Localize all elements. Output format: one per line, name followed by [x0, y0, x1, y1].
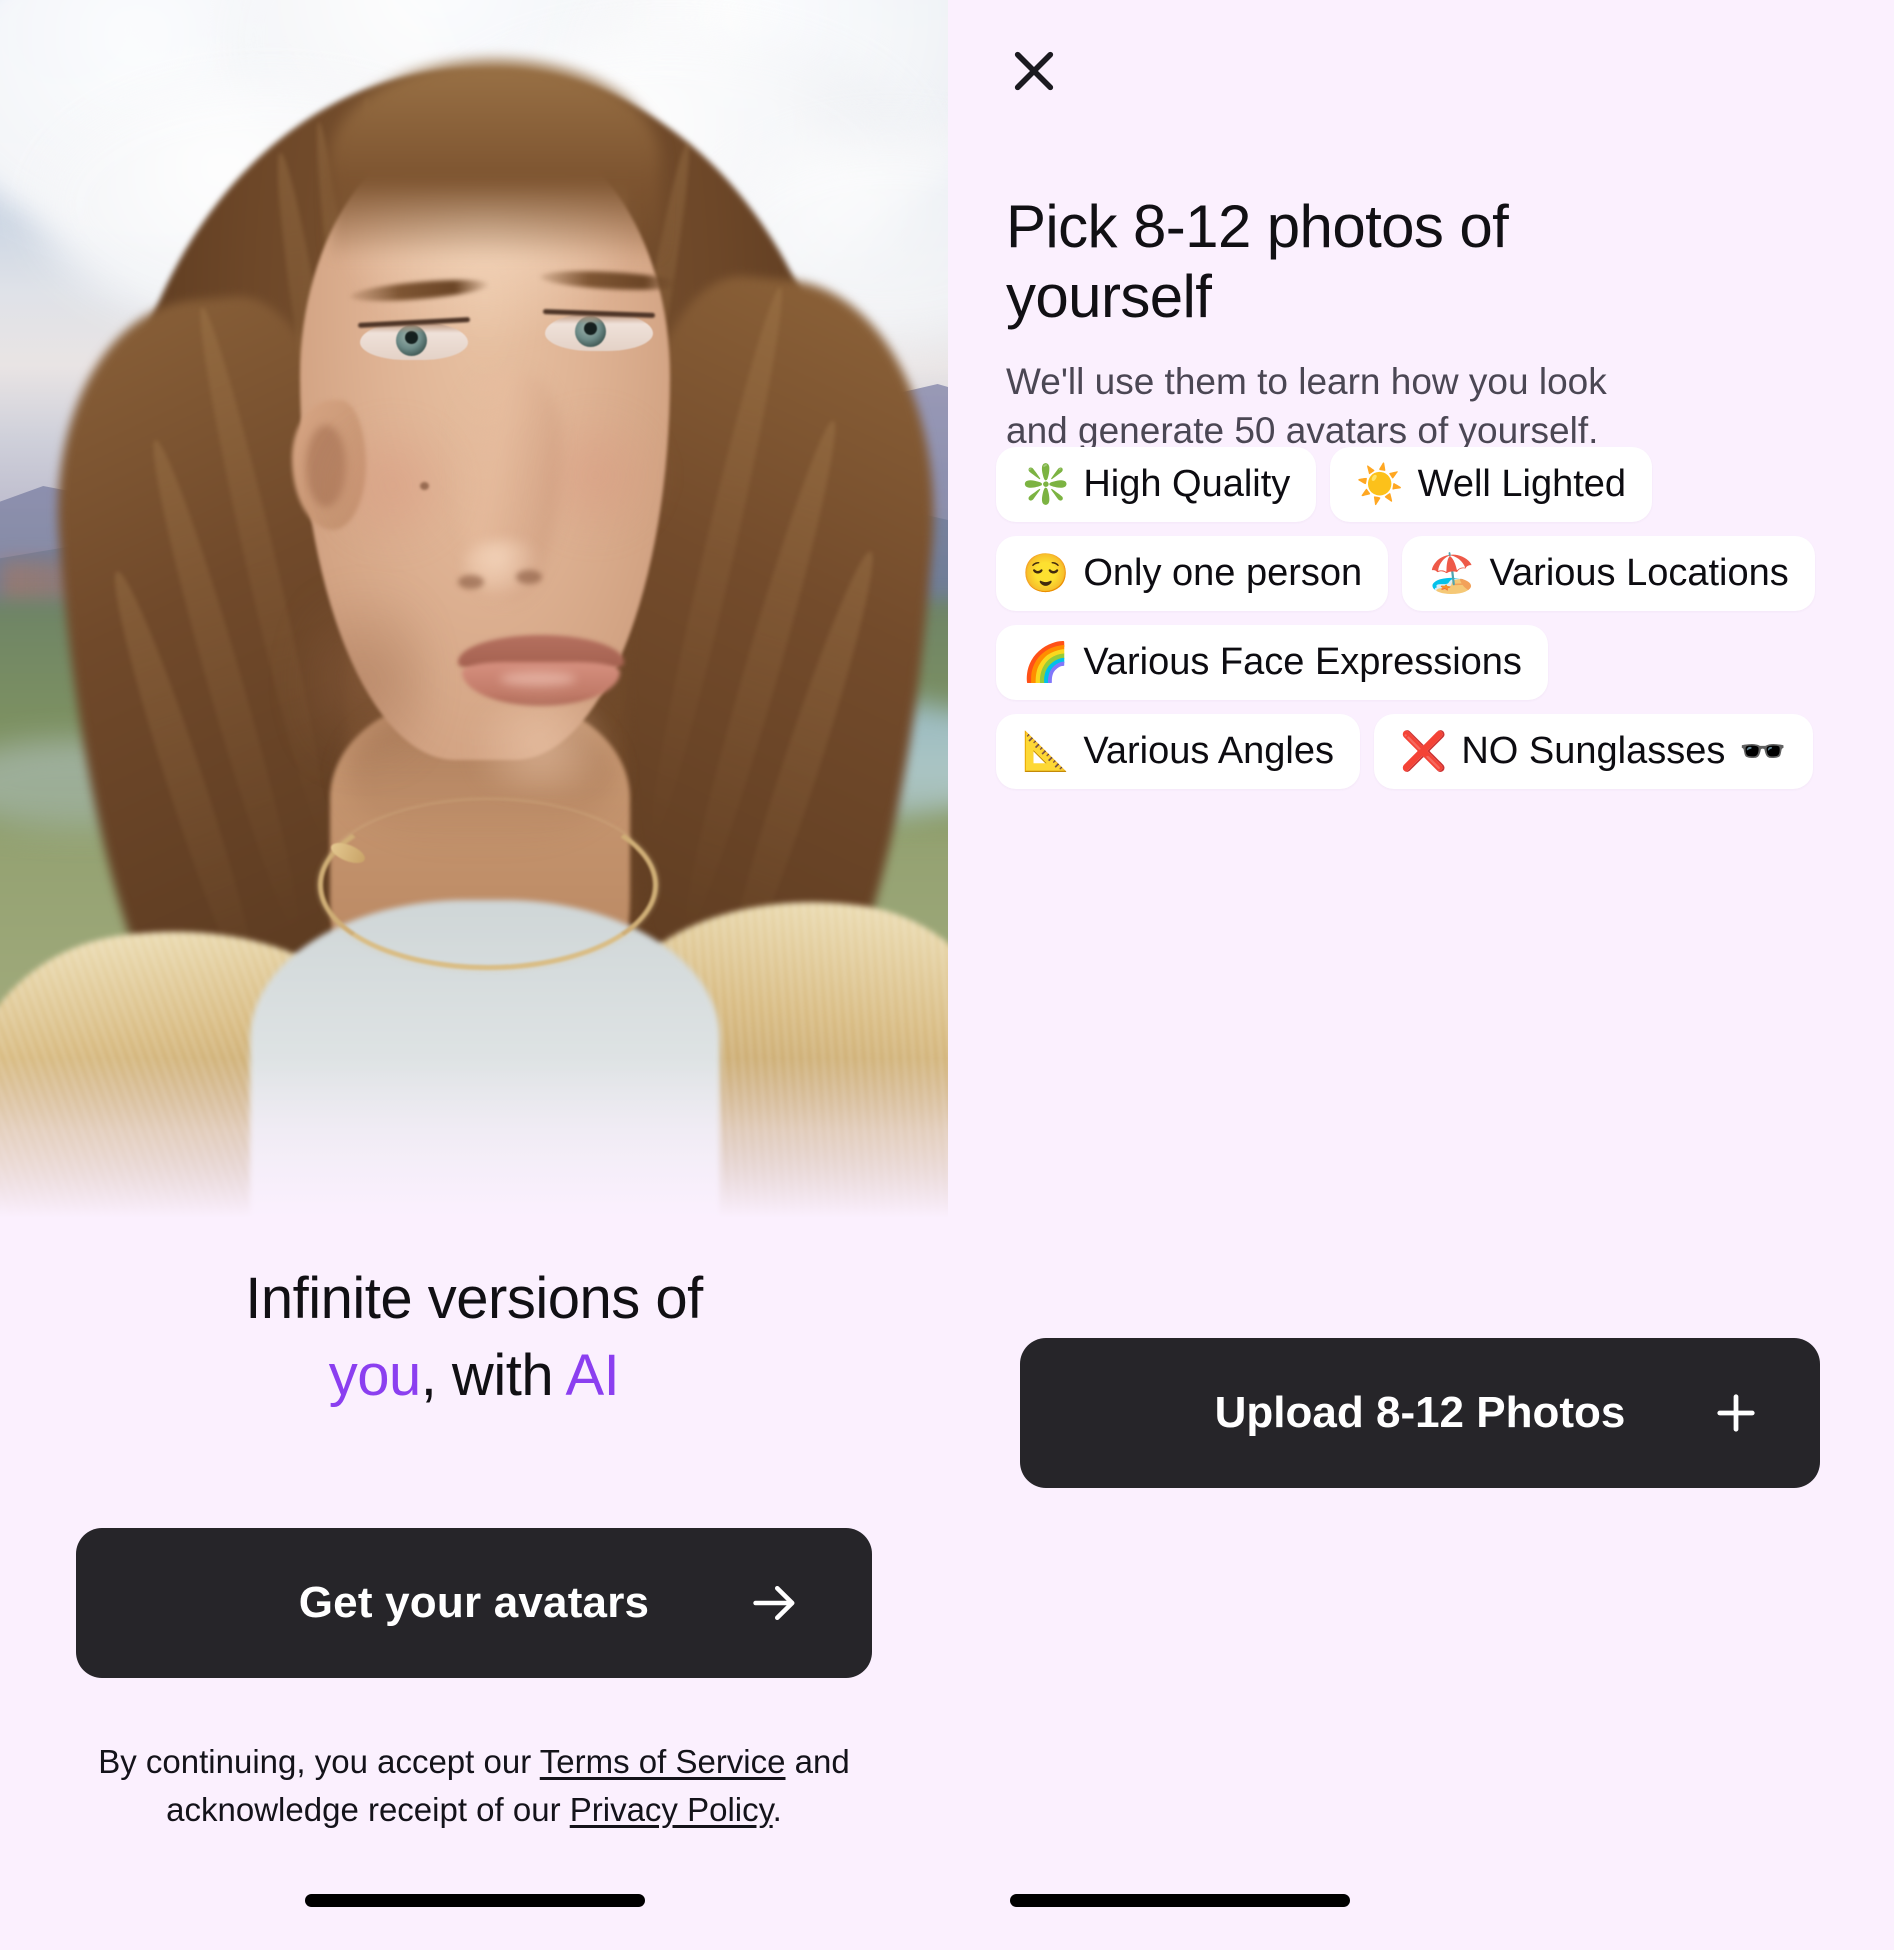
image-bottom-fade — [0, 1058, 948, 1218]
legal-disclaimer: By continuing, you accept our Terms of S… — [0, 1738, 948, 1834]
nostril-left — [458, 575, 484, 589]
chin-highlight — [450, 700, 630, 790]
eye-left — [360, 322, 468, 360]
page-tagline: Infinite versions of you, with AI — [0, 1260, 948, 1414]
lip-highlight — [500, 672, 576, 686]
requirement-chip-label: Various Angles — [1083, 730, 1335, 772]
terms-of-service-link[interactable]: Terms of Service — [540, 1743, 786, 1780]
arrow-right-icon — [748, 1577, 800, 1629]
requirement-chip-label: Well Lighted — [1417, 463, 1627, 505]
photo-picker-panel: Pick 8-12 photos of yourself We'll use t… — [948, 0, 1894, 1950]
sunglasses-icon: 🕶️ — [1739, 730, 1787, 773]
legal-suffix-text: . — [772, 1790, 782, 1828]
necklace — [318, 800, 658, 970]
requirement-chip: ❌ NO Sunglasses 🕶️ — [1374, 714, 1813, 789]
requirement-chip: 🏖️ Various Locations — [1402, 536, 1815, 611]
cheek-left — [318, 420, 468, 550]
requirement-chip-label: Various Locations — [1489, 552, 1789, 594]
upload-photos-button[interactable]: Upload 8-12 Photos — [1020, 1338, 1820, 1488]
relieved-face-icon: 😌 — [1022, 552, 1070, 595]
nostril-right — [516, 570, 542, 584]
beach-icon: 🏖️ — [1428, 552, 1476, 595]
close-icon — [1006, 43, 1062, 102]
home-indicator-left[interactable] — [305, 1894, 645, 1907]
hero-avatar-image — [0, 0, 948, 1218]
cross-mark-icon: ❌ — [1400, 730, 1448, 773]
rainbow-icon: 🌈 — [1022, 641, 1070, 684]
requirement-chip: 🌈 Various Face Expressions — [996, 625, 1548, 700]
tagline-ai: AI — [565, 1343, 620, 1409]
requirement-chip: ☀️ Well Lighted — [1330, 447, 1653, 522]
close-button[interactable] — [998, 36, 1070, 108]
eye-right — [545, 313, 653, 351]
tagline-with: , with — [420, 1343, 566, 1409]
face-mole — [420, 482, 429, 490]
requirement-chip-label: Only one person — [1083, 552, 1363, 594]
left-content-area: Infinite versions of you, with AI Get yo… — [0, 1218, 948, 1950]
sparkle-icon: ❇️ — [1022, 463, 1070, 506]
page-subtitle: We'll use them to learn how you look and… — [1006, 361, 1607, 452]
triangle-ruler-icon: 📐 — [1022, 730, 1070, 773]
requirement-chip: 😌 Only one person — [996, 536, 1389, 611]
legal-prefix-text: By continuing, you accept our — [98, 1743, 540, 1780]
requirement-chip-label: Various Face Expressions — [1083, 641, 1522, 683]
jaw-shadow — [300, 560, 430, 800]
left-panel: Infinite versions of you, with AI Get yo… — [0, 0, 948, 1950]
photo-requirement-chip-list: ❇️ High Quality ☀️ Well Lighted 😌 Only one pe… — [996, 447, 1856, 789]
home-indicator-right[interactable] — [1010, 1894, 1350, 1907]
plus-icon — [1710, 1387, 1762, 1439]
privacy-policy-link[interactable]: Privacy Policy — [570, 1791, 773, 1828]
requirement-chip-label: High Quality — [1083, 463, 1291, 505]
tagline-you: you — [328, 1343, 422, 1409]
page-title: Pick 8-12 photos of yourself — [1006, 193, 1509, 330]
requirement-chip: 📐 Various Angles — [996, 714, 1361, 789]
hair-part — [330, 60, 660, 260]
requirement-chip-label: NO Sunglasses — [1461, 730, 1726, 772]
upload-button-label: Upload 8-12 Photos — [1214, 1388, 1626, 1437]
requirement-chip: ❇️ High Quality — [996, 447, 1317, 522]
get-your-avatars-button[interactable]: Get your avatars — [76, 1528, 872, 1678]
tagline-line-1: Infinite versions of — [245, 1266, 703, 1331]
cta-button-label: Get your avatars — [298, 1578, 650, 1627]
sun-icon: ☀️ — [1356, 463, 1404, 506]
